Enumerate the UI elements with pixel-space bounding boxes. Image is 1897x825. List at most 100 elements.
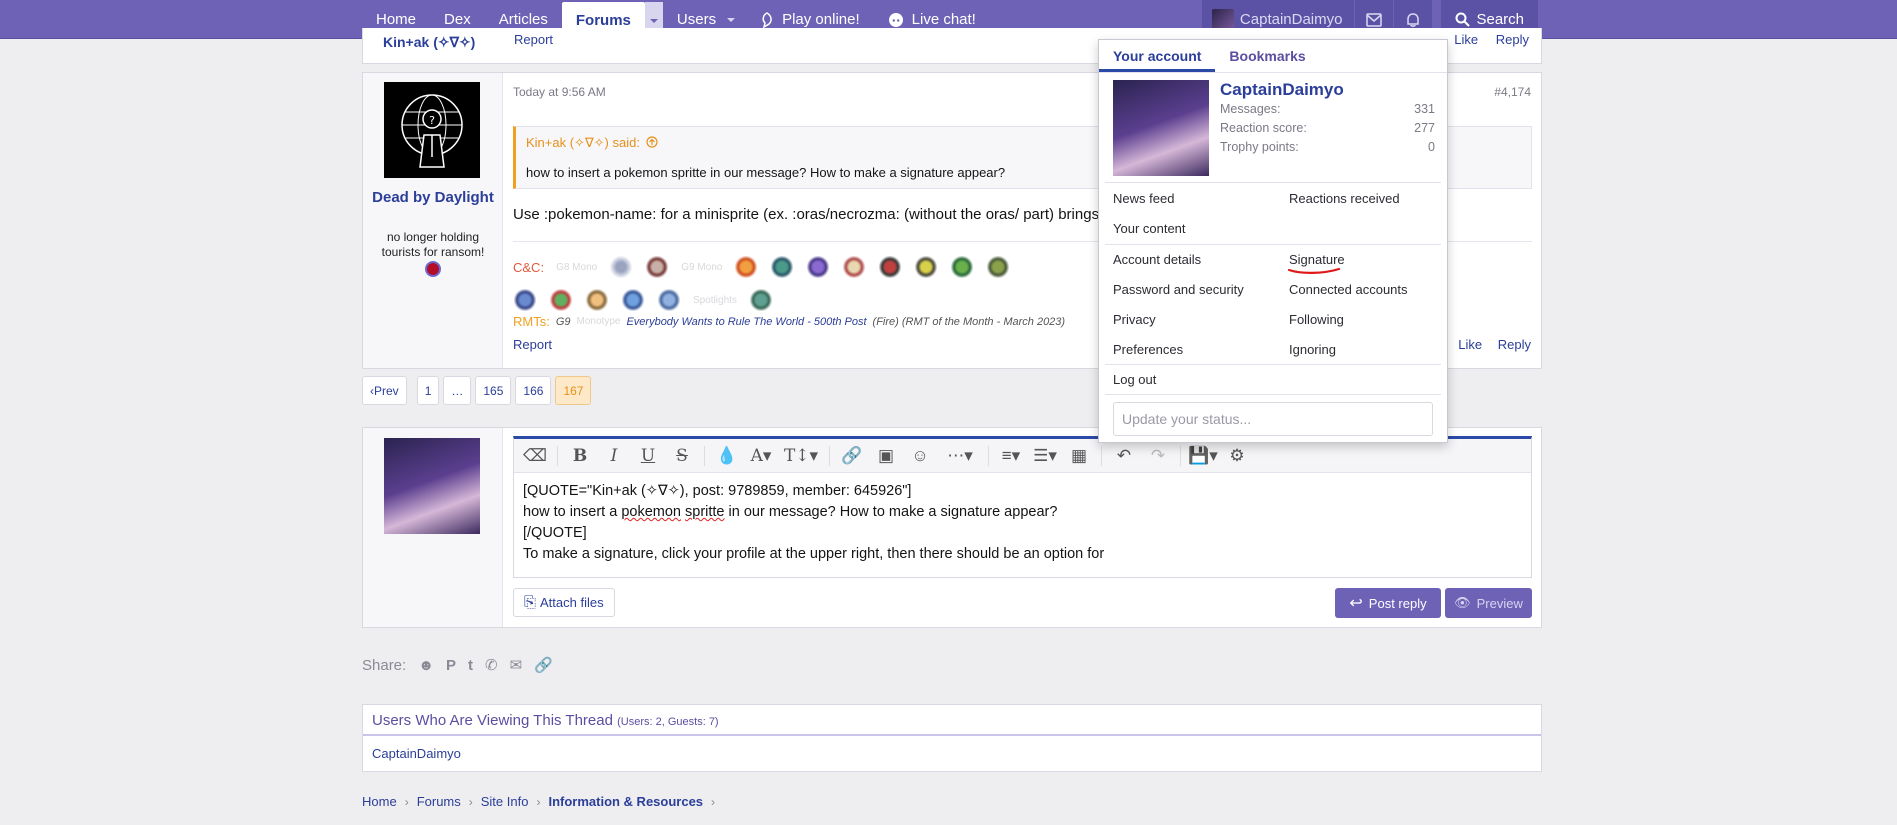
sig-g9-label: G9 Mono	[681, 261, 723, 273]
editor-line: how to insert a pokemon spritte in our m…	[523, 502, 1522, 523]
menu-signature[interactable]: Signature	[1289, 252, 1345, 267]
report-link[interactable]: Report	[513, 337, 552, 352]
post-number[interactable]: #4,174	[1494, 85, 1531, 99]
menu-connected-accounts[interactable]: Connected accounts	[1289, 282, 1408, 297]
gear-icon[interactable]: ⚙	[1222, 443, 1252, 469]
paperclip-icon: ⎘	[524, 594, 537, 611]
eraser-icon[interactable]: ⌫	[520, 443, 550, 469]
avatar[interactable]	[1113, 80, 1209, 176]
signature-line-3: RMTs: G9 Monotype Everybody Wants to Rul…	[513, 314, 1065, 329]
undo-icon[interactable]: ↶	[1109, 443, 1139, 469]
post-date[interactable]: Today at 9:56 AM	[513, 85, 606, 99]
menu-preferences[interactable]: Preferences	[1113, 342, 1183, 357]
menu-reactions-received[interactable]: Reactions received	[1289, 191, 1400, 206]
menu-ignoring[interactable]: Ignoring	[1289, 342, 1336, 357]
redo-icon[interactable]: ↷	[1143, 443, 1173, 469]
page-jump[interactable]: …	[443, 376, 472, 405]
table-icon[interactable]: ▦	[1064, 443, 1094, 469]
attach-files-button[interactable]: ⎘ Attach files	[513, 588, 615, 617]
page-current[interactable]: 167	[555, 376, 592, 405]
sig-rmt-link[interactable]: Everybody Wants to Rule The World - 500t…	[626, 316, 866, 328]
font-size-icon[interactable]: T↕▾	[780, 443, 822, 469]
menu-privacy[interactable]: Privacy	[1113, 312, 1156, 327]
breadcrumb-site-info[interactable]: Site Info	[481, 794, 529, 809]
post-actions: Like Reply	[1454, 32, 1529, 47]
nav-live-chat-label: Live chat!	[911, 11, 976, 28]
pokemon-sprite	[986, 256, 1011, 278]
account-profile-name[interactable]: CaptainDaimyo	[1220, 80, 1344, 100]
menu-password-security[interactable]: Password and security	[1113, 282, 1244, 297]
signature-line-2: Spotlights	[513, 284, 773, 316]
reply-user-column	[363, 428, 503, 627]
attach-files-label: Attach files	[540, 595, 604, 610]
menu-following[interactable]: Following	[1289, 312, 1344, 327]
post-author[interactable]: Dead by Daylight	[363, 187, 503, 208]
email-icon[interactable]: ✉	[510, 656, 523, 674]
avatar[interactable]: ?	[384, 82, 480, 178]
search-label: Search	[1476, 11, 1524, 28]
svg-text:?: ?	[429, 114, 435, 127]
envelope-icon	[1366, 12, 1383, 27]
preview-button[interactable]: 👁 Preview	[1445, 588, 1532, 618]
page-link-165[interactable]: 165	[475, 376, 512, 405]
tumblr-icon[interactable]: t	[468, 657, 473, 674]
link-icon[interactable]: 🔗	[534, 656, 553, 674]
align-icon[interactable]: ≡▾	[996, 443, 1026, 469]
list-icon[interactable]: ☰▾	[1030, 443, 1060, 469]
like-link[interactable]: Like	[1454, 32, 1478, 47]
post-author[interactable]: Kin+ak (✧∇✧)	[383, 34, 475, 51]
pokemon-sprite	[609, 256, 634, 278]
viewer-link[interactable]: CaptainDaimyo	[372, 746, 461, 761]
menu-news-feed[interactable]: News feed	[1113, 191, 1174, 206]
menu-divider	[1105, 182, 1441, 183]
underline-icon[interactable]: U	[633, 443, 663, 469]
like-link[interactable]: Like	[1458, 337, 1482, 352]
users-viewing-list: CaptainDaimyo	[363, 736, 1541, 771]
color-drop-icon[interactable]: 💧	[712, 443, 742, 469]
misspelled-word: spritte	[685, 504, 725, 520]
link-icon[interactable]: 🔗	[837, 443, 867, 469]
share-bar: Share: ☻ P t ✆ ✉ 🔗	[362, 656, 553, 675]
reply-editor: ⌫ B I U S 💧 A▾ T↕▾ 🔗 ▣ ☺ ⋯▾ ≡▾ ☰▾ ▦ ↶ ↷ …	[513, 436, 1532, 578]
italic-icon[interactable]: I	[599, 443, 629, 469]
report-link[interactable]: Report	[514, 32, 553, 47]
page-link-1[interactable]: 1	[416, 376, 440, 405]
whatsapp-icon[interactable]: ✆	[485, 656, 498, 674]
chevron-right-icon: ›	[711, 794, 716, 809]
tab-bookmarks[interactable]: Bookmarks	[1215, 40, 1319, 72]
pokemon-sprite	[842, 256, 867, 278]
post-reply-button[interactable]: ↩ Post reply	[1335, 588, 1441, 618]
more-options-icon[interactable]: ⋯▾	[939, 443, 981, 469]
account-name: CaptainDaimyo	[1239, 11, 1343, 28]
bold-icon[interactable]: B	[565, 443, 595, 469]
drafts-icon[interactable]: 💾▾	[1188, 443, 1218, 469]
strikethrough-icon[interactable]: S	[667, 443, 697, 469]
search-icon	[1455, 12, 1471, 27]
reply-link[interactable]: Reply	[1498, 337, 1531, 352]
chevron-right-icon: ›	[468, 794, 473, 809]
page-link-166[interactable]: 166	[515, 376, 552, 405]
menu-log-out[interactable]: Log out	[1113, 372, 1156, 387]
editor-textarea[interactable]: [QUOTE="Kin+ak (✧∇✧), post: 9789859, mem…	[514, 473, 1531, 573]
breadcrumb-home[interactable]: Home	[362, 794, 397, 809]
pokemon-sprite	[734, 256, 759, 278]
reply-link[interactable]: Reply	[1496, 32, 1529, 47]
breadcrumb-information-resources[interactable]: Information & Resources	[548, 794, 703, 809]
nav-play-online-label: Play online!	[782, 11, 860, 28]
menu-account-details[interactable]: Account details	[1113, 252, 1201, 267]
status-input[interactable]	[1113, 402, 1433, 436]
smilie-icon[interactable]: ☺	[905, 443, 935, 469]
stat-label: Reaction score:	[1220, 121, 1307, 135]
reddit-icon[interactable]: ☻	[418, 657, 434, 674]
font-family-icon[interactable]: A▾	[746, 443, 776, 469]
sig-monotype-label: Monotype	[576, 316, 621, 327]
image-icon[interactable]: ▣	[871, 443, 901, 469]
pinterest-icon[interactable]: P	[446, 657, 456, 674]
pokemon-sprite	[645, 256, 670, 278]
tab-your-account[interactable]: Your account	[1099, 40, 1216, 72]
menu-your-content[interactable]: Your content	[1113, 221, 1186, 236]
page-prev[interactable]: ‹ Prev	[362, 376, 407, 405]
breadcrumb-forums[interactable]: Forums	[417, 794, 461, 809]
editor-text: how to insert a	[523, 504, 622, 520]
quote-author[interactable]: Kin+ak (✧∇✧) said:	[526, 135, 658, 151]
